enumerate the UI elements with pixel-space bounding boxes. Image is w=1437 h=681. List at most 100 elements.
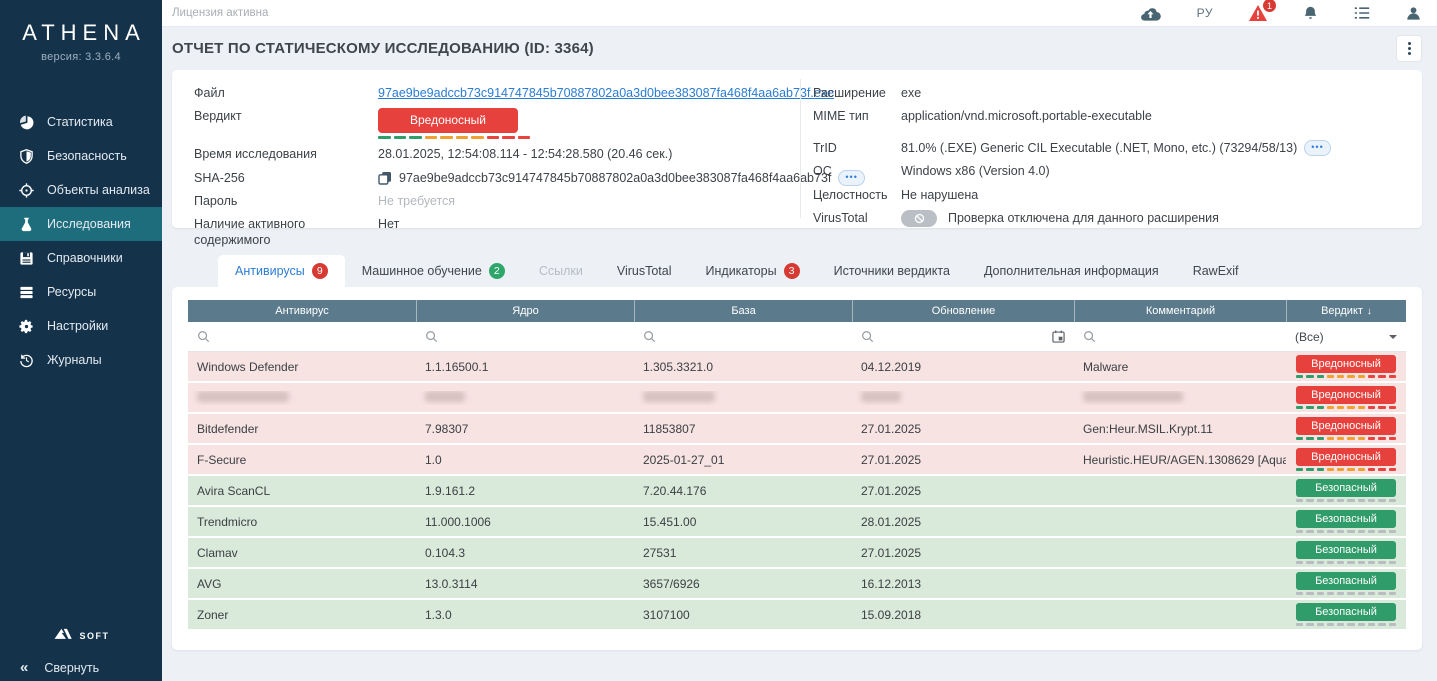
severity-dash [1316,592,1324,595]
cell-verdict: Вредоносный [1286,445,1406,474]
filter-cell-antivirus[interactable] [188,322,416,351]
page-title: ОТЧЕТ ПО СТАТИЧЕСКОМУ ИССЛЕДОВАНИЮ (ID: … [172,40,594,57]
severity-dash [1296,561,1304,564]
severity-dash [1296,499,1304,502]
column-header-antivirus[interactable]: Антивирус [188,300,416,322]
detail-label: Пароль [194,193,238,208]
severity-dash [1296,437,1304,440]
column-header-comment[interactable]: Комментарий [1074,300,1286,322]
cell-text: Avira ScanCL [197,483,271,498]
column-header-base[interactable]: База [634,300,852,322]
column-header-engine[interactable]: Ядро [416,300,634,322]
collapse-button[interactable]: « Свернуть [0,654,162,681]
cell-text: 16.12.2013 [861,576,922,591]
sidebar-item-label: Объекты анализа [47,183,150,197]
copy-icon[interactable] [378,171,392,185]
cell-antivirus: Avira ScanCL [188,484,416,498]
table-header-row: Антивирус Ядро База Обновление Комментарий Ве… [188,300,1406,322]
tab-additional-info[interactable]: Дополнительная информация [967,255,1176,287]
sidebar-item-label: Настройки [47,319,109,333]
filter-cell-engine[interactable] [416,322,634,351]
detail-value: Нет [378,216,399,232]
severity-dash [1326,406,1335,409]
detail-row-left-4: Пароль Не требуется [194,189,800,212]
severity-dash [1347,406,1355,409]
severity-dash [1347,468,1355,471]
table-row[interactable]: Windows Defender 1.1.16500.1 1.305.3321.0 0… [188,352,1406,381]
filter-cell-updated[interactable] [852,322,1074,351]
tab-count-badge: 3 [783,263,800,279]
redacted-blur [425,390,465,402]
cell-engine: 1.0 [416,453,634,467]
sidebar-item-settings[interactable]: Настройки [0,309,162,343]
detail-row-left-2: Время исследования 28.01.2025, 12:54:08.1… [194,143,800,166]
verdict-severity-meter [1296,406,1396,409]
avsoft-logo: SOFT [0,626,162,654]
table-row[interactable]: Avira ScanCL 1.9.161.2 7.20.44.176 27.01.20… [188,476,1406,505]
expand-more-button[interactable]: ••• [1304,140,1331,157]
severity-dash [1357,623,1366,626]
file-link[interactable]: 97ae9be9adccb73c914747845b70887802a0a3d0… [378,85,834,101]
column-header-updated[interactable]: Обновление [852,300,1074,322]
severity-dash [409,136,422,140]
verdict-severity-meter [1296,561,1396,564]
filter-cell-verdict[interactable]: (Все) [1286,322,1406,351]
report-menu-button[interactable] [1396,35,1422,62]
notifications-bell-icon[interactable] [1303,5,1318,21]
table-row[interactable]: Вредоносный [188,383,1406,412]
sidebar-item-journals[interactable]: Журналы [0,343,162,377]
severity-dash [1296,468,1304,471]
severity-dash [440,136,453,140]
verdict-badge: Безопасный [1296,510,1396,528]
severity-dash [1316,375,1324,378]
tab-antiviruses[interactable]: Антивирусы 9 [218,255,345,287]
cell-engine: 1.1.16500.1 [416,360,634,374]
sidebar-item-label: Статистика [47,115,113,129]
detail-row-left-0: Файл 97ae9be9adccb73c914747845b70887802a0… [194,81,834,104]
cell-base: 15.451.00 [634,515,852,529]
cell-updated [852,390,1074,405]
table-row[interactable]: Zoner 1.3.0 3107100 15.09.2018 Безопасный [188,600,1406,629]
cell-updated: 27.01.2025 [852,484,1074,498]
tab-virustotal[interactable]: VirusTotal [600,255,689,287]
language-switcher[interactable]: РУ [1197,6,1213,20]
sidebar-item-references[interactable]: Справочники [0,241,162,275]
sidebar-item-analysis-objects[interactable]: Объекты анализа [0,173,162,207]
column-header-verdict[interactable]: Вердикт ↓ [1286,300,1406,322]
sidebar-item-security[interactable]: Безопасность [0,139,162,173]
sidebar-item-label: Исследования [47,217,131,231]
table-row[interactable]: AVG 13.0.3114 3657/6926 16.12.2013 Безопасны… [188,569,1406,598]
verdict-severity-meter [1296,592,1396,595]
sidebar-item-statistics[interactable]: Статистика [0,105,162,139]
cell-text: 11.000.1006 [425,514,491,529]
detail-row-left-5: Наличие активного содержимого Нет [194,213,800,253]
severity-dash [393,136,406,140]
tab-links[interactable]: Ссылки [522,255,600,287]
severity-dash [1316,561,1324,564]
tab-rawexif[interactable]: RawExif [1176,255,1256,287]
severity-dash [1347,499,1355,502]
tab-verdict-sources[interactable]: Источники вердикта [817,255,967,287]
severity-dash [1316,437,1324,440]
calendar-icon[interactable] [1052,330,1065,343]
tab-machine-learning[interactable]: Машинное обучение 2 [345,255,522,287]
sidebar-item-resources[interactable]: Ресурсы [0,275,162,309]
severity-dash [1388,499,1396,502]
tab-label: Антивирусы [235,264,305,278]
table-row[interactable]: Bitdefender 7.98307 11853807 27.01.2025 Gen:… [188,414,1406,443]
table-row[interactable]: Clamav 0.104.3 27531 27.01.2025 Безопасный [188,538,1406,567]
detail-row-left-3: SHA-256 97ae9be9adccb73c914747845b7088780… [194,166,865,189]
table-row[interactable]: Trendmicro 11.000.1006 15.451.00 28.01.2025… [188,507,1406,536]
cloud-upload-icon[interactable] [1140,6,1161,21]
sidebar-item-research[interactable]: Исследования [0,207,162,241]
search-icon [197,330,210,343]
filter-cell-comment[interactable] [1074,322,1286,351]
filter-cell-base[interactable] [634,322,852,351]
table-row[interactable]: F-Secure 1.0 2025-01-27_01 27.01.2025 Heuris… [188,445,1406,474]
tab-indicators[interactable]: Индикаторы 3 [689,255,817,287]
alerts-button[interactable]: 1 [1249,0,1276,21]
user-profile-icon[interactable] [1406,6,1421,21]
cell-updated: 27.01.2025 [852,453,1074,467]
cell-engine: 7.98307 [416,422,634,436]
task-list-icon[interactable] [1354,6,1370,20]
